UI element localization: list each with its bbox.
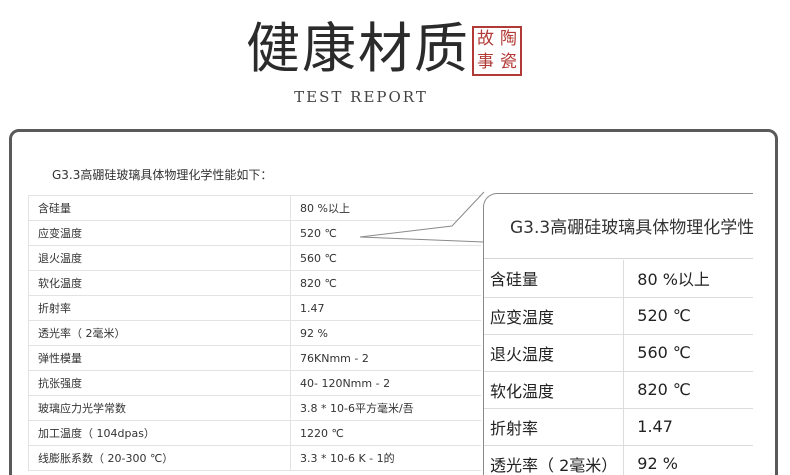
table-row: 加工温度（ 104dpas） 1220 ℃ xyxy=(28,420,481,446)
seal-stamp: 故 陶 事 瓷 xyxy=(472,26,522,76)
property-value: 1.47 xyxy=(623,408,753,446)
table-row: 软化温度 820 ℃ xyxy=(28,270,481,296)
table-row: 折射率 1.47 xyxy=(28,295,481,321)
property-name: 透光率（ 2毫米） xyxy=(484,445,625,475)
zoom-callout: G3.3高硼硅玻璃具体物理化学性 含硅量 80 %以上 应变温度 520 ℃ 退火温度 5… xyxy=(483,193,753,475)
table-row: 应变温度 520 ℃ xyxy=(484,297,753,335)
page-subtitle: TEST REPORT xyxy=(294,88,428,106)
table-row: 透光率（ 2毫米） 92 % xyxy=(28,320,481,346)
property-value: 80 %以上 xyxy=(623,260,753,298)
seal-char: 瓷 xyxy=(500,52,517,72)
spec-intro: G3.3高硼硅玻璃具体物理化学性能如下： xyxy=(52,168,273,182)
property-name: 含硅量 xyxy=(28,195,291,221)
table-row: 玻璃应力光学常数 3.8 * 10-6平方毫米/吾 xyxy=(28,395,481,421)
property-name: 玻璃应力光学常数 xyxy=(28,395,291,421)
property-name: 折射率 xyxy=(28,295,291,321)
header: 健康材质 故 陶 事 瓷 TEST REPORT xyxy=(0,0,790,120)
zoom-table: 含硅量 80 %以上 应变温度 520 ℃ 退火温度 560 ℃ 软化温度 820 ℃ 折射率 1… xyxy=(484,260,753,475)
zoom-title: G3.3高硼硅玻璃具体物理化学性 xyxy=(510,218,753,238)
property-value: 76KNmm - 2 xyxy=(290,345,481,371)
property-value: 560 ℃ xyxy=(623,334,753,372)
table-row: 透光率（ 2毫米） 92 % xyxy=(484,445,753,475)
table-row: 弹性模量 76KNmm - 2 xyxy=(28,345,481,371)
table-row: 抗张强度 40- 120Nmm - 2 xyxy=(28,370,481,396)
callout-pointer xyxy=(360,191,485,243)
property-name: 含硅量 xyxy=(484,260,625,298)
seal-char: 事 xyxy=(477,52,494,72)
property-value: 3.8 * 10-6平方毫米/吾 xyxy=(290,395,481,421)
property-value: 1.47 xyxy=(290,295,481,321)
table-row: 软化温度 820 ℃ xyxy=(484,371,753,409)
property-value: 520 ℃ xyxy=(623,297,753,335)
table-row: 含硅量 80 %以上 xyxy=(484,260,753,298)
seal-char: 故 xyxy=(477,29,494,49)
property-name: 折射率 xyxy=(484,408,625,446)
table-row: 退火温度 560 ℃ xyxy=(484,334,753,372)
property-name: 退火温度 xyxy=(484,334,625,372)
property-value: 3.3 * 10-6 K - 1的 xyxy=(290,445,481,471)
zoom-divider xyxy=(484,258,753,259)
property-value: 1220 ℃ xyxy=(290,420,481,446)
property-value: 40- 120Nmm - 2 xyxy=(290,370,481,396)
property-value: 820 ℃ xyxy=(623,371,753,409)
table-row: 线膨胀系数（ 20-300 ℃） 3.3 * 10-6 K - 1的 xyxy=(28,445,481,471)
property-name: 软化温度 xyxy=(28,270,291,296)
property-name: 加工温度（ 104dpas） xyxy=(28,420,291,446)
seal-char: 陶 xyxy=(500,29,517,49)
page-title: 健康材质 xyxy=(246,17,470,80)
property-value: 92 % xyxy=(623,445,753,475)
property-value: 92 % xyxy=(290,320,481,346)
property-name: 线膨胀系数（ 20-300 ℃） xyxy=(28,445,291,471)
property-value: 820 ℃ xyxy=(290,270,481,296)
property-name: 退火温度 xyxy=(28,245,291,271)
property-name: 透光率（ 2毫米） xyxy=(28,320,291,346)
property-name: 应变温度 xyxy=(484,297,625,335)
property-name: 应变温度 xyxy=(28,220,291,246)
property-name: 软化温度 xyxy=(484,371,625,409)
table-row: 折射率 1.47 xyxy=(484,408,753,446)
property-name: 弹性模量 xyxy=(28,345,291,371)
property-name: 抗张强度 xyxy=(28,370,291,396)
